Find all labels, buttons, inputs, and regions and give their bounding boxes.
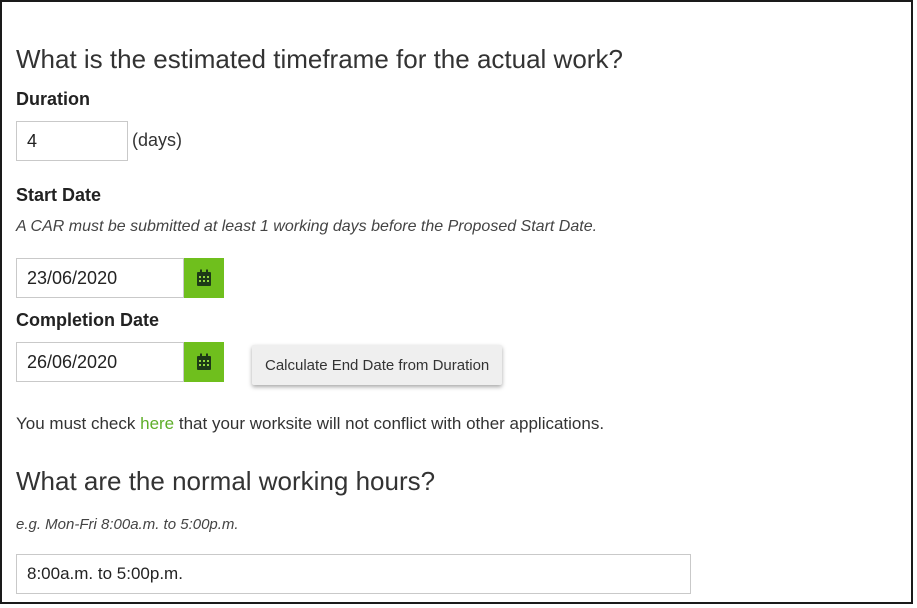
duration-label: Duration: [16, 89, 90, 109]
duration-unit: (days): [132, 130, 183, 150]
completion-date-label: Completion Date: [16, 310, 160, 330]
conflict-check-link[interactable]: here: [140, 414, 174, 433]
start-date-input[interactable]: [16, 258, 184, 298]
conflict-check-text: You must check here that your worksite w…: [16, 414, 604, 434]
calendar-icon: [197, 353, 211, 370]
conflict-check-suffix: that your worksite will not conflict wit…: [174, 414, 605, 433]
completion-date-input[interactable]: [16, 342, 184, 382]
working-hours-heading: What are the normal working hours?: [16, 466, 436, 496]
working-hours-hint: e.g. Mon-Fri 8:00a.m. to 5:00p.m.: [16, 516, 239, 533]
working-hours-input[interactable]: [16, 554, 691, 594]
duration-input[interactable]: [16, 121, 128, 161]
completion-date-calendar-button[interactable]: [184, 342, 224, 382]
start-date-label: Start Date: [16, 185, 102, 205]
timeframe-heading: What is the estimated timeframe for the …: [16, 44, 623, 74]
form-panel: What is the estimated timeframe for the …: [0, 0, 913, 604]
calculate-end-date-button[interactable]: Calculate End Date from Duration: [252, 345, 503, 385]
calendar-icon: [197, 269, 211, 286]
start-date-note: A CAR must be submitted at least 1 worki…: [16, 218, 598, 235]
start-date-calendar-button[interactable]: [184, 258, 224, 298]
conflict-check-prefix: You must check: [16, 414, 141, 433]
